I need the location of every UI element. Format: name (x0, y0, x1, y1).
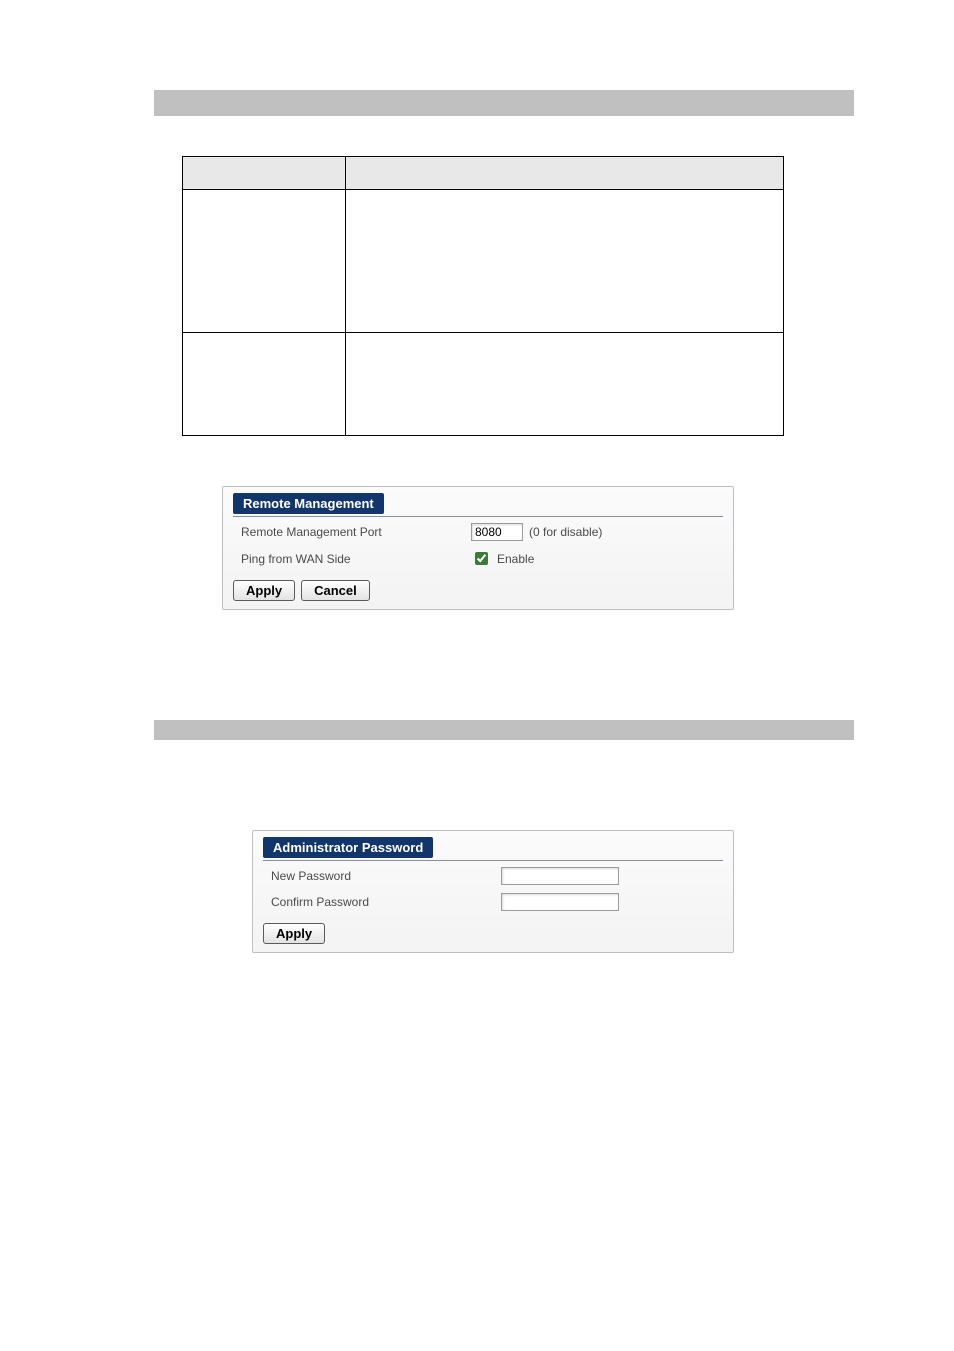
remote-port-row: Remote Management Port (0 for disable) (241, 519, 715, 545)
new-password-label: New Password (271, 869, 501, 883)
section-separator-bar (154, 720, 854, 740)
spec-table-header-b (346, 157, 784, 190)
ping-wan-enable-checkbox[interactable] (475, 552, 488, 565)
remote-port-hint: (0 for disable) (529, 525, 602, 539)
cancel-button[interactable]: Cancel (301, 580, 370, 601)
ping-wan-label: Ping from WAN Side (241, 552, 471, 566)
new-password-input[interactable] (501, 867, 619, 885)
spec-table-cell (183, 190, 346, 333)
spec-table-cell (346, 190, 784, 333)
spec-table-cell (183, 333, 346, 436)
panel-title: Administrator Password (263, 837, 433, 858)
spec-table-header-a (183, 157, 346, 190)
remote-management-panel: Remote Management Remote Management Port… (222, 486, 734, 610)
confirm-password-input[interactable] (501, 893, 619, 911)
administrator-password-panel: Administrator Password New Password Conf… (252, 830, 734, 953)
ping-wan-enable-label: Enable (497, 552, 534, 566)
remote-port-label: Remote Management Port (241, 525, 471, 539)
spec-table-cell (346, 333, 784, 436)
confirm-password-label: Confirm Password (271, 895, 501, 909)
ping-wan-row: Ping from WAN Side Enable (241, 545, 715, 572)
spec-table (182, 156, 784, 436)
section-separator-bar (154, 90, 854, 116)
apply-button[interactable]: Apply (263, 923, 325, 944)
remote-port-input[interactable] (471, 523, 523, 541)
apply-button[interactable]: Apply (233, 580, 295, 601)
new-password-row: New Password (271, 863, 715, 889)
confirm-password-row: Confirm Password (271, 889, 715, 915)
panel-title: Remote Management (233, 493, 384, 514)
